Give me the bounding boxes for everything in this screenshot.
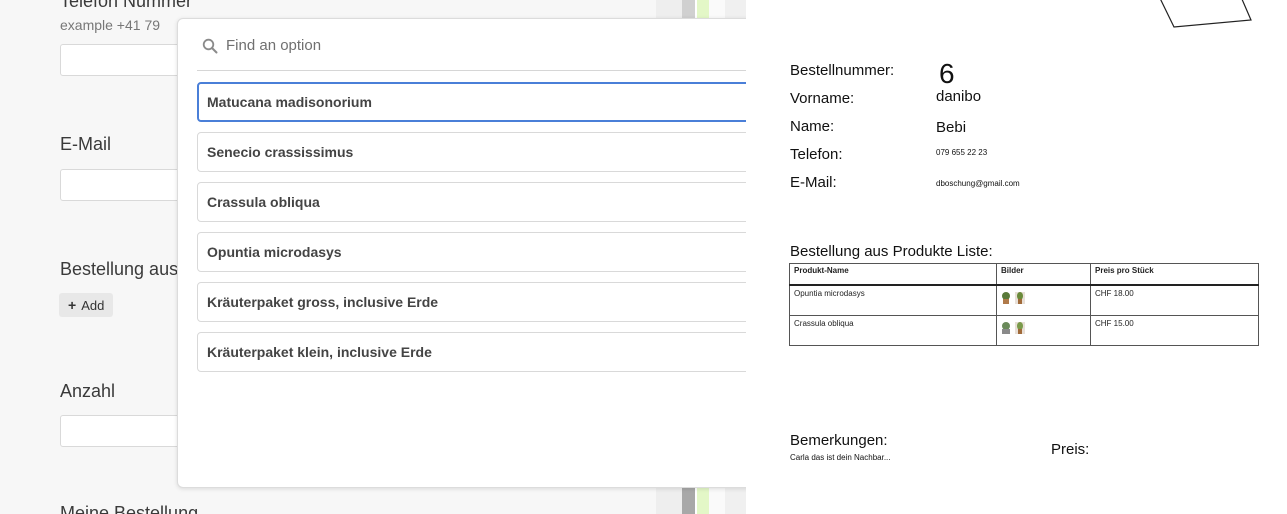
phone-field-hint: example +41 79	[60, 17, 161, 33]
table-header: Preis pro Stück	[1090, 263, 1259, 286]
table-header-row: Produkt-Name Bilder Preis pro Stück	[789, 263, 1259, 286]
order-field-label: Bestellung aus	[60, 259, 179, 279]
document-preview: Bestellnummer: 6 Vorname: danibo Name: B…	[746, 0, 1287, 514]
search-icon	[202, 38, 218, 54]
name-value: Bebi	[936, 119, 967, 136]
option-item[interactable]: Kräuterpaket gross, inclusive Erde	[197, 282, 761, 322]
option-search-input[interactable]	[226, 33, 726, 57]
email-label: E-Mail:	[790, 174, 837, 191]
option-item[interactable]: Kräuterpaket klein, inclusive Erde	[197, 332, 761, 372]
plant-thumbnail	[1001, 292, 1011, 304]
table-cell-images	[996, 284, 1091, 316]
price-label: Preis:	[1051, 441, 1090, 458]
plant-thumbnail	[1015, 292, 1026, 304]
name-label: Name:	[790, 118, 835, 135]
sketch-graphic	[1160, 0, 1252, 28]
table-row: Opuntia microdasys CHF 18.00	[789, 284, 1259, 316]
products-heading: Bestellung aus Produkte Liste:	[790, 243, 993, 260]
plant-thumbnail	[1015, 322, 1026, 334]
products-table: Produkt-Name Bilder Preis pro Stück Opun…	[789, 263, 1259, 346]
email-field-label: E-Mail	[60, 134, 112, 154]
table-row: Crassula obliqua CHF 15.00	[789, 315, 1259, 346]
table-header: Produkt-Name	[789, 263, 997, 286]
option-item[interactable]: Senecio crassissimus	[197, 132, 761, 172]
option-picker-popup: Matucana madisonorium Senecio crassissim…	[177, 18, 779, 488]
table-cell-price: CHF 15.00	[1090, 315, 1259, 346]
table-cell-name: Crassula obliqua	[789, 315, 997, 346]
plus-icon: +	[68, 297, 77, 313]
add-button-label: Add	[81, 297, 105, 313]
firstname-label: Vorname:	[790, 90, 855, 107]
table-header: Bilder	[996, 263, 1091, 286]
remarks-label: Bemerkungen:	[790, 432, 888, 449]
option-item[interactable]: Crassula obliqua	[197, 182, 761, 222]
phone-value: 079 655 22 23	[936, 148, 988, 157]
email-value: dboschung@gmail.com	[936, 179, 1020, 188]
order-number-value: 6	[939, 58, 955, 89]
option-item[interactable]: Matucana madisonorium	[197, 82, 761, 122]
add-button[interactable]: + Add	[59, 293, 114, 317]
phone-field-label: Telefon Nummer	[60, 0, 193, 11]
order-number-label: Bestellnummer:	[790, 62, 895, 79]
search-divider	[197, 70, 761, 71]
firstname-value: danibo	[936, 88, 982, 105]
plant-thumbnail	[1001, 322, 1011, 334]
table-cell-name: Opuntia microdasys	[789, 284, 997, 316]
table-cell-price: CHF 18.00	[1090, 284, 1259, 316]
phone-label: Telefon:	[790, 146, 843, 163]
quantity-field-label: Anzahl	[60, 381, 116, 401]
remarks-value: Carla das ist dein Nachbar...	[790, 453, 891, 462]
my-order-field-label: Meine Bestellung	[60, 503, 199, 514]
option-search-row	[178, 19, 778, 71]
scrollbar-thumb[interactable]	[682, 486, 695, 514]
option-item[interactable]: Opuntia microdasys	[197, 232, 761, 272]
table-cell-images	[996, 315, 1091, 346]
